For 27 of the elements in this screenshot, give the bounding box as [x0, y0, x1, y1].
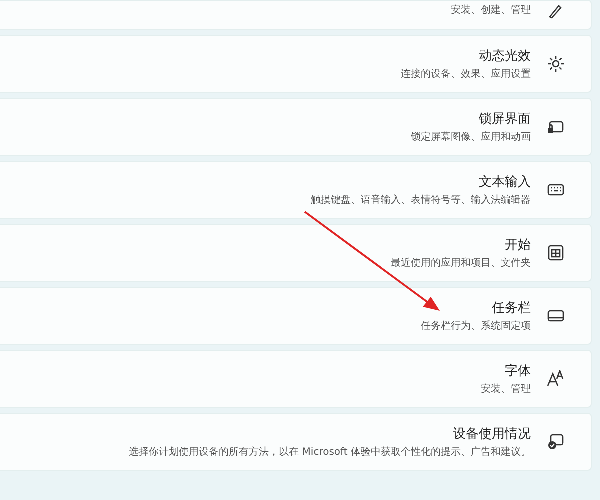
item-title: 字体: [505, 363, 531, 380]
start-menu-icon: [547, 244, 565, 262]
item-description: 触摸键盘、语音输入、表情符号等、输入法编辑器: [311, 194, 531, 207]
item-title: 锁屏界面: [479, 111, 531, 128]
settings-item[interactable]: 锁屏界面 锁定屏幕图像、应用和动画: [0, 98, 592, 156]
settings-item[interactable]: 开始 最近使用的应用和项目、文件夹: [0, 224, 592, 282]
settings-item[interactable]: 动态光效 连接的设备、效果、应用设置: [0, 35, 592, 93]
item-title: 动态光效: [479, 48, 531, 65]
item-description: 选择你计划使用设备的所有方法，以在 Microsoft 体验中获取个性化的提示、广告和建议。: [129, 446, 531, 459]
device-usage-icon: [547, 433, 565, 451]
item-description: 锁定屏幕图像、应用和动画: [411, 130, 531, 144]
settings-item[interactable]: 任务栏 任务栏行为、系统固定项: [0, 287, 592, 345]
item-description: 安装、管理: [481, 382, 531, 396]
item-title: 文本输入: [479, 174, 531, 191]
item-title: 设备使用情况: [453, 426, 531, 443]
item-description: 最近使用的应用和项目、文件夹: [391, 256, 531, 270]
item-description: 连接的设备、效果、应用设置: [401, 68, 531, 81]
item-title: 开始: [505, 237, 531, 254]
settings-item[interactable]: 设备使用情况 选择你计划使用设备的所有方法，以在 Microsoft 体验中获取个性化的提示、广告和建议。: [0, 413, 592, 471]
item-description: 安装、创建、管理: [451, 4, 531, 17]
settings-item[interactable]: 文本输入 触摸键盘、语音输入、表情符号等、输入法编辑器: [0, 161, 592, 219]
settings-item[interactable]: 安装、创建、管理: [0, 0, 592, 30]
sun-icon: [547, 55, 565, 73]
item-title: 任务栏: [492, 300, 531, 317]
settings-item[interactable]: 字体 安装、管理: [0, 350, 592, 408]
font-icon: [547, 370, 565, 388]
item-description: 任务栏行为、系统固定项: [421, 320, 531, 333]
